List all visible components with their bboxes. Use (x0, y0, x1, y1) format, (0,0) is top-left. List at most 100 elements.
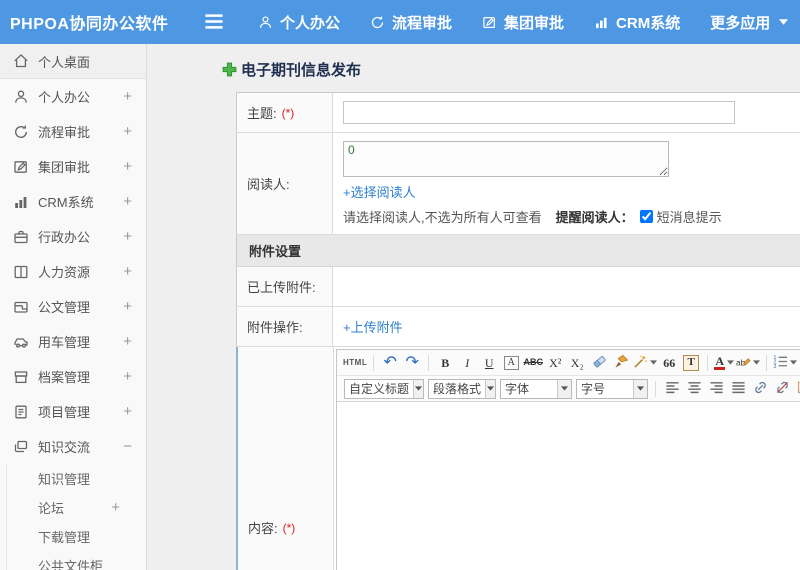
expand-toggle-icon[interactable]: + (123, 368, 132, 385)
expand-toggle-icon[interactable]: + (123, 333, 132, 350)
align-left-icon (665, 380, 680, 398)
insert-image-button[interactable] (794, 379, 800, 399)
expand-toggle-icon[interactable]: + (123, 263, 132, 280)
expand-toggle-icon[interactable]: + (123, 228, 132, 245)
editor-content-area[interactable] (337, 402, 800, 570)
toolbar-separator (428, 354, 430, 371)
sidebar-item-document-mgmt-label: 公文管理 (38, 300, 91, 315)
nav-more-apps-label: 更多应用 (710, 14, 771, 32)
align-right-button[interactable] (706, 379, 726, 399)
link-button[interactable] (750, 379, 770, 399)
svg-text:3: 3 (774, 363, 777, 368)
expand-toggle-icon[interactable]: + (123, 158, 132, 175)
book-icon (13, 264, 29, 280)
auto-typeset-button[interactable] (633, 353, 658, 373)
font-size-select-value: 字号 (581, 382, 606, 396)
eraser-button[interactable] (589, 353, 609, 373)
align-center-button[interactable] (684, 379, 704, 399)
sidebar-subitem-forum[interactable]: 论坛 + (0, 493, 146, 522)
editor-toolbar-row1: HTML ↶ ↷ B I U A ABC X² X₂ 66 T Aab 1 2 3 (337, 350, 800, 376)
sidebar-item-process-approval[interactable]: 流程审批 + (0, 114, 146, 149)
caret-down-icon[interactable] (413, 379, 423, 398)
expand-toggle-icon[interactable]: + (123, 123, 132, 140)
nav-process-approval[interactable]: 流程审批 (370, 12, 452, 33)
sidebar-item-vehicle-mgmt[interactable]: 用车管理 + (0, 324, 146, 359)
underline-button[interactable]: U (479, 353, 499, 373)
person-icon (258, 15, 273, 30)
ordered-list-button[interactable]: 123 (773, 353, 798, 373)
paragraph-select[interactable]: 段落格式 (428, 378, 496, 399)
sidebar-item-hr[interactable]: 人力资源 + (0, 254, 146, 289)
caret-down-icon[interactable] (633, 379, 647, 398)
readers-textarea[interactable]: 0 (343, 141, 669, 177)
menu-icon[interactable] (204, 14, 226, 30)
caret-down-icon[interactable] (485, 379, 495, 398)
subscript-button[interactable]: X₂ (567, 353, 587, 373)
sidebar-subitem-public-file-cabinet[interactable]: 公共文件柜 (0, 551, 146, 570)
font-family-select[interactable]: 字体 (500, 378, 572, 399)
choose-readers-link[interactable]: +选择阅读人 (343, 185, 416, 200)
html-source-button[interactable]: HTML (343, 353, 367, 373)
nav-crm-system[interactable]: CRM系统 (594, 12, 680, 33)
sidebar-item-archive-mgmt[interactable]: 档案管理 + (0, 359, 146, 394)
wand-icon (633, 354, 648, 372)
heading-select[interactable]: 自定义标题 (344, 378, 424, 399)
expand-toggle-icon[interactable]: + (123, 88, 132, 105)
sidebar-item-crm-system[interactable]: CRM系统 + (0, 184, 146, 219)
font-size-select[interactable]: 字号 (576, 378, 648, 399)
attachment-action-label-cell: 附件操作: (237, 307, 333, 346)
expand-toggle-icon[interactable]: − (123, 438, 132, 455)
nav-group-approval[interactable]: 集团审批 (482, 12, 564, 33)
person-icon (13, 89, 29, 105)
sidebar-subitem-knowledge-mgmt[interactable]: 知识管理 (0, 464, 146, 493)
expand-toggle-icon[interactable]: + (123, 403, 132, 420)
superscript-button[interactable]: X² (545, 353, 565, 373)
content-row: 内容: (*) HTML ↶ ↷ B I U A ABC X² X₂ 66 T Aab 1 2 3 自定义标题… (236, 347, 800, 570)
blockquote-button[interactable]: 66 (659, 353, 679, 373)
highlight-button[interactable]: ab (736, 353, 761, 373)
nav-group-approval-label: 集团审批 (504, 14, 565, 32)
sidebar-item-group-approval[interactable]: 集团审批 + (0, 149, 146, 184)
bold-button[interactable]: B (435, 353, 455, 373)
font-color-button[interactable]: A (714, 353, 735, 373)
archive-icon (13, 369, 29, 385)
nav-more-apps[interactable]: 更多应用 (710, 12, 789, 33)
paste-text-button[interactable]: T (681, 353, 701, 373)
subject-input[interactable] (343, 101, 735, 124)
align-left-button[interactable] (662, 379, 682, 399)
top-nav: 个人办公 流程审批 集团审批 CRM系统 更多应用 (258, 12, 789, 33)
sidebar-subitem-download-mgmt[interactable]: 下载管理 (0, 522, 146, 551)
readers-row: 阅读人: 0 +选择阅读人 请选择阅读人,不选为所有人可查看 提醒阅读人： 短消… (236, 133, 800, 235)
expand-toggle-icon[interactable]: + (123, 298, 132, 315)
subject-row: 主题: (*) (236, 93, 800, 133)
sidebar: 个人桌面 个人办公 + 流程审批 + 集团审批 + CRM系统 + 行政办公 + 人力资源 + 公文管理 +… (0, 44, 147, 570)
font-box-button[interactable]: A (501, 353, 521, 373)
sidebar-item-archive-mgmt-label: 档案管理 (38, 370, 91, 385)
italic-button[interactable]: I (457, 353, 477, 373)
sms-checkbox[interactable] (639, 210, 653, 223)
undo-button[interactable]: ↶ (380, 353, 400, 373)
app-logo[interactable]: PHPOA协同办公软件 (0, 10, 186, 34)
sidebar-item-personal-desktop[interactable]: 个人桌面 (0, 44, 146, 79)
page-title: 电子期刊信息发布 (241, 62, 362, 79)
format-brush-button[interactable] (611, 353, 631, 373)
readers-label: 阅读人: (247, 177, 290, 192)
nav-personal-office[interactable]: 个人办公 (258, 12, 340, 33)
unlink-button[interactable] (772, 379, 792, 399)
content-label-cell: 内容: (*) (238, 347, 334, 570)
sidebar-item-admin-office[interactable]: 行政办公 + (0, 219, 146, 254)
sidebar-item-knowledge-exchange[interactable]: 知识交流 − (0, 429, 146, 464)
expand-toggle-icon[interactable]: + (111, 499, 120, 516)
sidebar-item-project-mgmt[interactable]: 项目管理 + (0, 394, 146, 429)
sidebar-item-personal-office[interactable]: 个人办公 + (0, 79, 146, 114)
sidebar-subitem-public-file-cabinet-label: 公共文件柜 (38, 559, 104, 570)
caret-down-icon[interactable] (557, 379, 571, 398)
uploaded-attachments-label-cell: 已上传附件: (237, 267, 333, 306)
upload-attachment-link[interactable]: +上传附件 (343, 320, 403, 335)
sidebar-item-document-mgmt[interactable]: 公文管理 + (0, 289, 146, 324)
align-justify-button[interactable] (728, 379, 748, 399)
redo-button[interactable]: ↷ (402, 353, 422, 373)
strikethrough-button[interactable]: ABC (523, 353, 543, 373)
font-box-button-glyph: A (503, 355, 519, 370)
expand-toggle-icon[interactable]: + (123, 193, 132, 210)
